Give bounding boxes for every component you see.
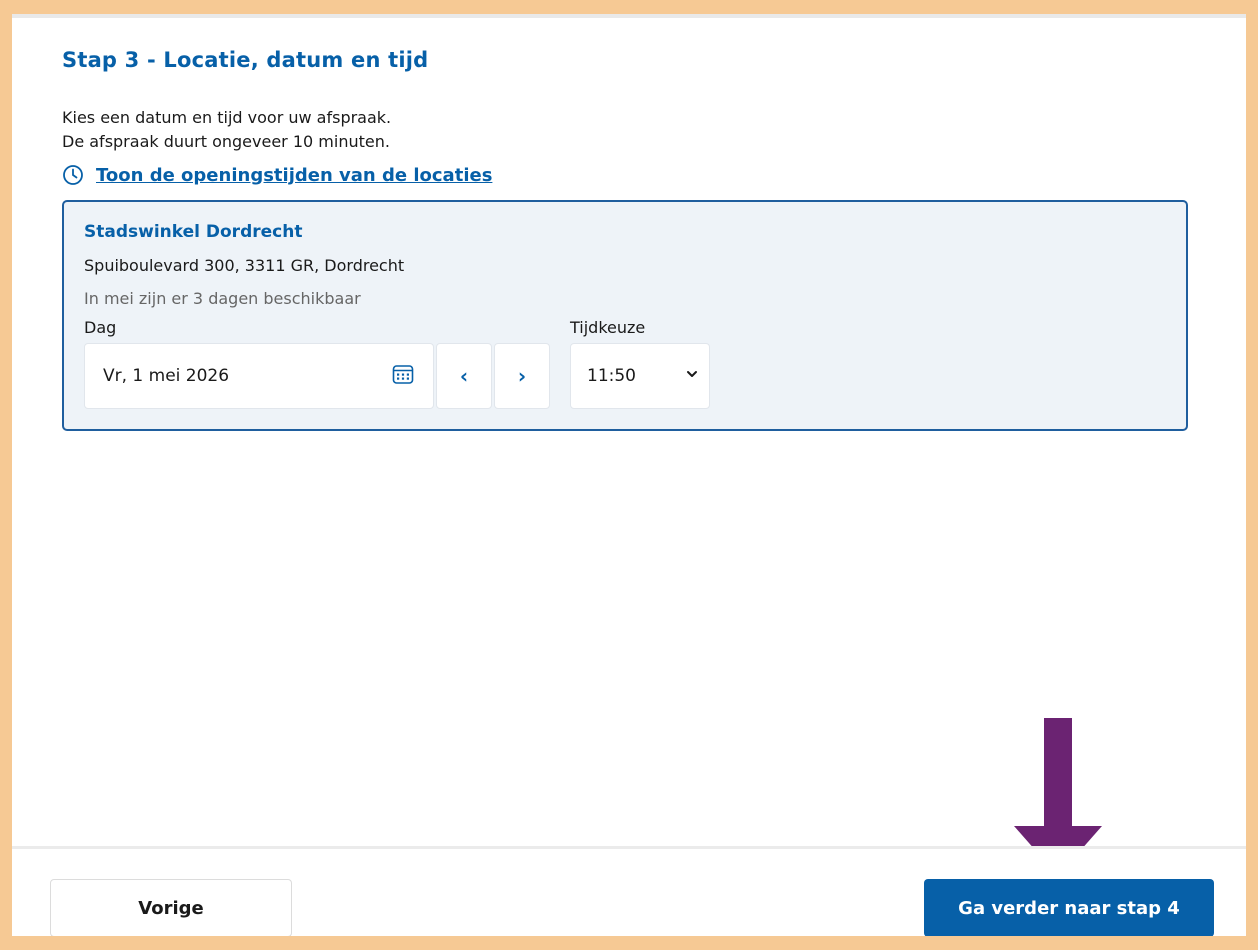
next-step-button[interactable]: Ga verder naar stap 4 [924,879,1214,936]
previous-button[interactable]: Vorige [50,879,292,936]
date-time-fields: Dag Vr, 1 mei 2026 ‹ › Tijdkeuze 11:50 [84,318,1166,409]
intro-line-2: De afspraak duurt ongeveer 10 minuten. [62,132,390,151]
opening-hours-link-label: Toon de openingstijden van de locaties [96,164,493,186]
time-value: 11:50 [587,366,636,386]
day-label: Dag [84,318,117,337]
page-title: Stap 3 - Locatie, datum en tijd [62,48,429,72]
intro-text: Kies een datum en tijd voor uw afspraak.… [62,106,1188,154]
footer-bar: Vorige Ga verder naar stap 4 [12,846,1246,936]
chevron-left-icon: ‹ [459,364,469,388]
location-name: Stadswinkel Dordrecht [84,222,303,242]
clock-icon [62,164,84,186]
chevron-right-icon: › [517,364,527,388]
step-content: Stap 3 - Locatie, datum en tijd Kies een… [62,48,1188,431]
location-address: Spuiboulevard 300, 3311 GR, Dordrecht [84,256,405,275]
intro-line-1: Kies een datum en tijd voor uw afspraak. [62,108,392,127]
time-select[interactable]: 11:50 [570,343,710,409]
day-value: Vr, 1 mei 2026 [103,366,230,386]
next-day-button[interactable]: › [494,343,550,409]
location-card: Stadswinkel Dordrecht Spuiboulevard 300,… [62,200,1188,431]
time-field: Tijdkeuze 11:50 [570,318,710,409]
location-availability: In mei zijn er 3 dagen beschikbaar [84,289,361,308]
calendar-icon[interactable] [391,362,415,391]
opening-hours-link[interactable]: Toon de openingstijden van de locaties [62,164,492,186]
previous-day-button[interactable]: ‹ [436,343,492,409]
day-input[interactable]: Vr, 1 mei 2026 [84,343,434,409]
day-field: Dag Vr, 1 mei 2026 ‹ › [84,318,550,409]
day-controls: Vr, 1 mei 2026 ‹ › [84,343,550,409]
chevron-down-icon [685,366,699,386]
time-label: Tijdkeuze [570,318,646,337]
page-frame: Stap 3 - Locatie, datum en tijd Kies een… [12,14,1246,936]
